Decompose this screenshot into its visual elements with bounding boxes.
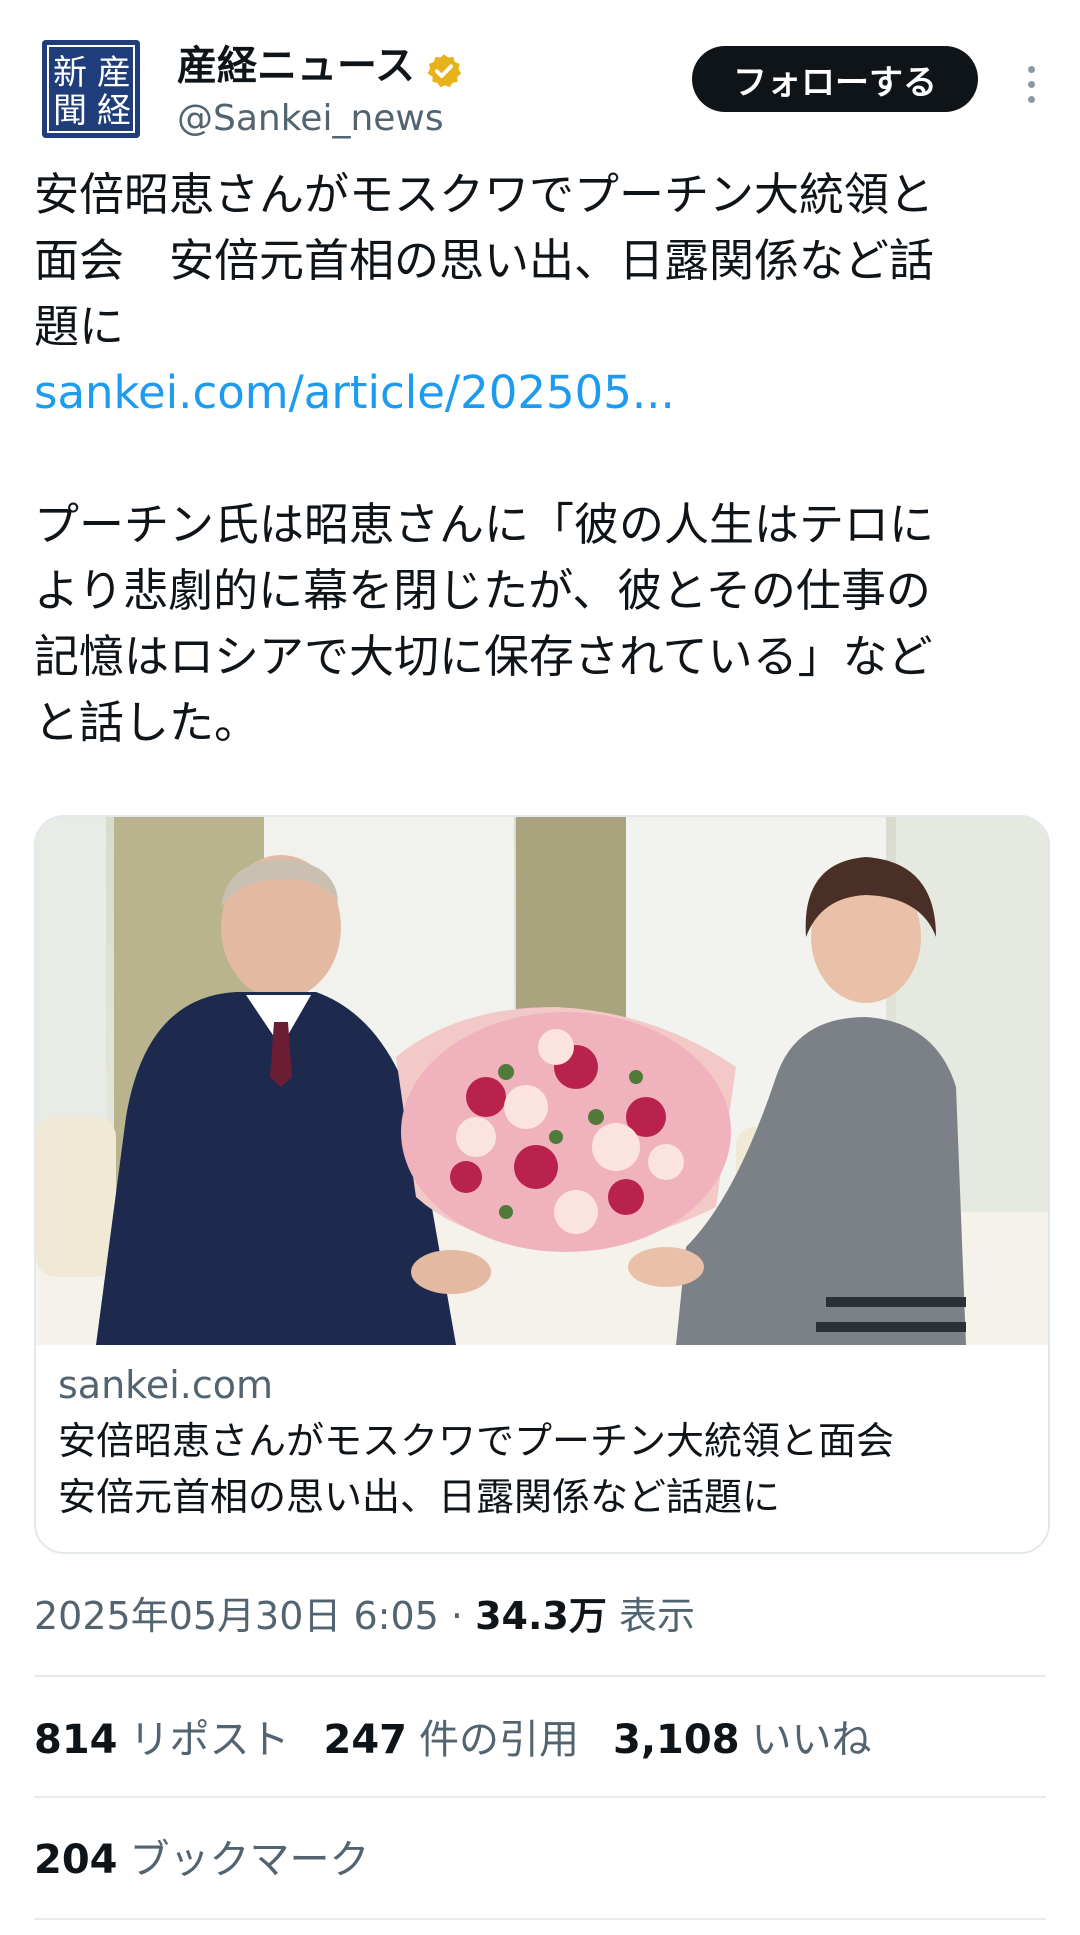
- tweet-text: 安倍昭恵さんがモスクワでプーチン大統領と 面会 安倍元首相の思い出、日露関係など…: [34, 162, 1044, 756]
- quote-count: 247: [323, 1717, 408, 1763]
- display-name-text[interactable]: 産経ニュース: [177, 36, 415, 96]
- like-stat[interactable]: 3,108 いいね: [613, 1710, 872, 1770]
- account-handle[interactable]: @Sankei_news: [177, 96, 463, 142]
- meta-separator: ·: [438, 1594, 476, 1638]
- body-line: 記憶はロシアで大切に保存されている」など: [34, 630, 933, 683]
- bookmark-label: ブックマーク: [129, 1837, 370, 1883]
- avatar-glyph: 産: [97, 53, 131, 93]
- avatar-glyph: 新: [53, 53, 87, 93]
- card-domain: sankei.com: [58, 1363, 273, 1407]
- avatar-glyph: 経: [97, 91, 131, 131]
- repost-count: 814: [34, 1717, 118, 1763]
- more-vertical-icon[interactable]: [1016, 54, 1046, 114]
- divider: [34, 1918, 1046, 1920]
- divider: [34, 1675, 1046, 1677]
- quote-label: 件の引用: [419, 1717, 579, 1763]
- article-link[interactable]: sankei.com/article/202505...: [34, 360, 1044, 426]
- tweet-header: 産経新聞 産経ニュース @Sankei_news フォローする: [34, 36, 1046, 146]
- body-line: と話した。: [34, 696, 260, 749]
- repost-stat[interactable]: 814 リポスト: [34, 1710, 290, 1770]
- body-line: より悲劇的に幕を閉じたが、彼とその仕事の: [34, 564, 931, 617]
- card-title-line: 安倍元首相の思い出、日露関係など話題に: [58, 1475, 781, 1519]
- card-info[interactable]: sankei.com 安倍昭恵さんがモスクワでプーチン大統領と面会 安倍元首相の…: [58, 1357, 1028, 1525]
- quote-stat[interactable]: 247 件の引用: [324, 1710, 580, 1770]
- bookmark-stat[interactable]: 204 ブックマーク: [34, 1830, 370, 1890]
- view-label: 表示: [618, 1594, 695, 1638]
- card-photo[interactable]: [36, 817, 1048, 1345]
- headline-line: 面会 安倍元首相の思い出、日露関係など話: [34, 234, 935, 287]
- divider: [34, 1796, 1046, 1798]
- verified-badge-icon: [425, 47, 463, 88]
- like-count: 3,108: [613, 1717, 740, 1763]
- follow-button[interactable]: フォローする: [692, 46, 978, 112]
- like-label: いいね: [751, 1717, 872, 1763]
- engagement-stats: 814 リポスト 247 件の引用 3,108 いいね: [34, 1710, 872, 1770]
- avatar[interactable]: 産経新聞: [42, 40, 140, 138]
- display-name[interactable]: 産経ニュース: [177, 36, 463, 96]
- bookmark-count: 204: [34, 1837, 118, 1883]
- body-line: プーチン氏は昭恵さんに「彼の人生はテロに: [34, 498, 935, 551]
- account-names: 産経ニュース @Sankei_news: [177, 36, 463, 142]
- timestamp[interactable]: 2025年05月30日 6:05: [34, 1594, 439, 1638]
- card-title-line: 安倍昭恵さんがモスクワでプーチン大統領と面会: [58, 1419, 895, 1463]
- tweet-meta: 2025年05月30日 6:05 · 34.3万 表示: [34, 1588, 695, 1644]
- headline-line: 題に: [34, 300, 125, 353]
- view-count: 34.3万: [475, 1594, 607, 1638]
- avatar-glyph: 聞: [53, 91, 87, 131]
- repost-label: リポスト: [129, 1717, 290, 1763]
- tweet-page: 産経新聞 産経ニュース @Sankei_news フォローする 安倍昭恵さんがモ…: [0, 0, 1080, 1935]
- headline-line: 安倍昭恵さんがモスクワでプーチン大統領と: [34, 168, 935, 221]
- link-preview-card[interactable]: sankei.com 安倍昭恵さんがモスクワでプーチン大統領と面会 安倍元首相の…: [34, 815, 1050, 1554]
